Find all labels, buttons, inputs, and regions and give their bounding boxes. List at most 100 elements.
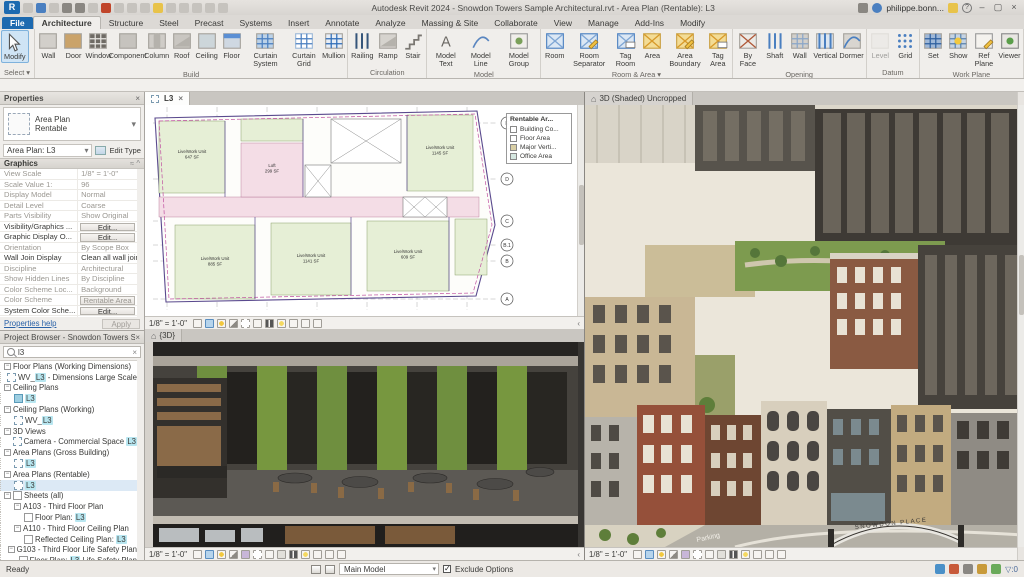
ribbon-tab-manage[interactable]: Manage [580,17,627,29]
dormer-button[interactable]: Dormer [838,30,864,61]
select-by-face-icon[interactable] [977,564,988,574]
tree-collapse-icon[interactable]: − [4,406,11,414]
room-tag[interactable]: 299 SF [265,169,279,174]
ribbon-tab-file[interactable]: File [2,17,33,29]
property-value[interactable]: Normal [78,190,137,200]
property-value[interactable]: Show Original [78,211,137,221]
tree-item-camera-commercial-space-l3[interactable]: Camera - Commercial Space L3 [0,436,137,448]
ribbon-tab-massing-site[interactable]: Massing & Site [414,17,487,29]
panel-caption[interactable]: Room & Area ▾ [542,69,730,78]
property-row-system-color-sche[interactable]: System Color Sche... Edit... [0,305,137,316]
property-row-show-hidden-lines[interactable]: Show Hidden Lines By Discipline [0,274,137,285]
clear-search-icon[interactable]: × [132,348,137,357]
save-icon[interactable] [36,2,46,13]
room-separator-button[interactable]: Room Separator [567,30,611,69]
tree-collapse-icon[interactable]: − [14,524,21,532]
detail-level-icon[interactable] [193,549,203,559]
property-value[interactable]: Rentable Area [80,296,135,305]
project-browser-close-icon[interactable]: × [135,333,140,342]
stair-button[interactable]: Stair [400,30,425,61]
ribbon-tab-architecture[interactable]: Architecture [32,16,101,29]
ref-plane-button[interactable]: Ref Plane [971,30,997,69]
shadows-icon[interactable] [669,549,679,559]
tab-3d-shaded-uncropped[interactable]: ⌂ 3D (Shaded) Uncropped [585,92,694,105]
detail-level-icon[interactable] [193,318,203,328]
ceiling-button[interactable]: Ceiling [194,30,219,61]
property-row-detail-level[interactable]: Detail Level Coarse [0,200,137,211]
scale-control[interactable]: 1/8" = 1'-0" [149,550,187,559]
select-pinned-icon[interactable] [963,564,974,574]
model-line-icon[interactable] [140,2,150,13]
reveal-hidden-icon[interactable] [301,549,311,559]
browser-search-input[interactable]: l3 × [3,346,141,358]
property-row-display-model[interactable]: Display Model Normal [0,190,137,201]
property-value[interactable]: By Discipline [78,274,137,284]
set-button[interactable]: Set [921,30,946,61]
property-value[interactable]: Edit... [80,222,135,231]
ribbon-tab-insert[interactable]: Insert [280,17,317,29]
analytical-icon[interactable] [765,549,775,559]
sun-path-icon[interactable] [217,318,227,328]
reveal-hidden-icon[interactable] [277,318,287,328]
by-face-button[interactable]: By Face [734,30,763,69]
property-value[interactable]: 96 [78,180,137,190]
tree-item-area-plans-rentable[interactable]: − Area Plans (Rentable) [0,469,137,480]
exclude-options-checkbox[interactable] [443,564,451,573]
panel-caption[interactable]: Build [36,69,346,78]
tree-item-l3[interactable]: L3 [0,393,137,405]
area-boundary-button[interactable]: Area Boundary [665,30,705,69]
revit-logo-icon[interactable]: R [4,1,20,14]
render-icon[interactable] [681,549,691,559]
properties-help-link[interactable]: Properties help [4,319,56,328]
worksets-icon[interactable] [311,564,321,574]
properties-close-icon[interactable]: × [135,94,140,103]
property-row-color-scheme-loc[interactable]: Color Scheme Loc... Background [0,284,137,295]
room-tag[interactable]: 647 SF [185,155,199,160]
crop-view-icon[interactable] [241,318,251,328]
viewer-button[interactable]: Viewer [997,30,1022,61]
analytical-icon[interactable] [301,318,311,328]
switch-windows-icon[interactable] [218,2,228,13]
shaded-vertical-scrollbar[interactable] [1017,105,1024,547]
analytical-icon[interactable] [325,549,335,559]
room-tag[interactable]: Loft [268,163,276,168]
user-avatar-icon[interactable] [872,2,883,13]
visual-style-icon[interactable] [645,549,655,559]
close-button[interactable]: × [1008,2,1020,13]
panel-caption[interactable]: Circulation [349,67,425,78]
shadows-icon[interactable] [229,549,239,559]
wall-button[interactable]: Wall [787,30,812,61]
main-model-select[interactable]: Main Model [339,563,439,575]
properties-header[interactable]: Properties × [0,92,144,105]
ribbon-tab-annotate[interactable]: Annotate [317,17,367,29]
undo-icon[interactable] [62,2,72,13]
property-value[interactable]: Background [78,285,137,295]
tree-collapse-icon[interactable]: − [4,362,11,370]
select-links-icon[interactable] [935,564,946,574]
ribbon-tab-collaborate[interactable]: Collaborate [486,17,545,29]
tree-item-floor-plans-working-dimensions[interactable]: − Floor Plans (Working Dimensions) [0,361,137,372]
tree-item-sheets-all[interactable]: − Sheets (all) [0,491,137,502]
property-row-color-scheme[interactable]: Color Scheme Rentable Area [0,295,137,306]
restore-button[interactable]: ▢ [992,2,1004,13]
close-hidden-windows-icon[interactable] [205,2,215,13]
property-row-wall-join-display[interactable]: Wall Join DisplayClean all wall joins [0,253,137,264]
tree-collapse-icon[interactable]: − [4,449,11,457]
tree-item-area-plans-gross-building[interactable]: − Area Plans (Gross Building) [0,447,137,458]
interior-canvas[interactable] [145,342,584,547]
panel-caption[interactable]: Datum [868,67,918,78]
shaded-canvas[interactable]: Parking SNOWDON PLACE [585,105,1024,547]
room-tag[interactable]: 1141 SF [303,259,320,264]
signed-in-user[interactable]: philippe.bonn... [886,3,944,13]
tree-item-reflected-ceiling-plan-l3[interactable]: Reflected Ceiling Plan: L3 [0,533,137,545]
graphics-section-header[interactable]: Graphics ≈ ^ [0,158,144,169]
room-tag[interactable]: Live/Work Unit [394,249,423,254]
type-selector[interactable]: Area Plan Rentable ▾ [3,107,141,141]
render-icon[interactable] [241,549,251,559]
ribbon-tab-steel[interactable]: Steel [151,17,186,29]
section-icon[interactable] [192,2,202,13]
property-row-visibility-graphics[interactable]: Visibility/Graphics ... Edit... [0,221,137,232]
tree-item-floor-plan-l3[interactable]: Floor Plan: L3 [0,512,137,523]
type-selector-dropdown-icon[interactable]: ▾ [131,119,136,130]
tree-item-wv-l3[interactable]: WV_L3 [0,414,137,426]
